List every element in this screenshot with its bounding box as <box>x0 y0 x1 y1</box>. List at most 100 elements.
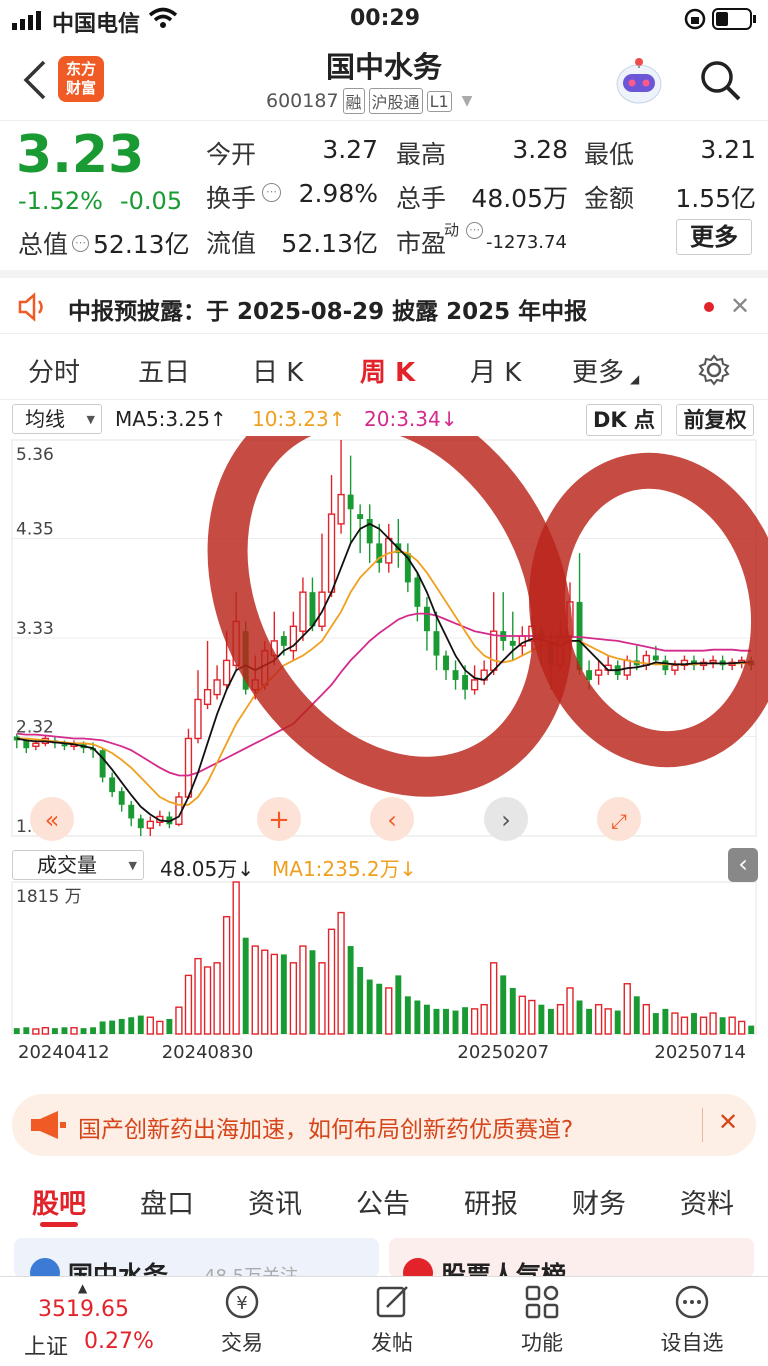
trade-button[interactable]: ¥ 交易 <box>200 1283 284 1363</box>
x-tick-label: 20250714 <box>654 1042 746 1063</box>
close-icon[interactable]: ✕ <box>718 1108 738 1136</box>
chevron-down-icon: ▼ <box>128 859 137 872</box>
total-value: 52.13亿 <box>93 230 190 259</box>
clock: 00:29 <box>350 6 421 31</box>
y-axis-labels: 5.364.353.332.321.30 <box>16 445 54 837</box>
volume-bar-up <box>146 1016 154 1035</box>
stock-forum-card[interactable]: 国中水务 48.5万关注 <box>14 1238 379 1278</box>
expand-up-icon[interactable]: ▲ <box>78 1281 87 1295</box>
scroll-right-button[interactable]: › <box>484 797 528 841</box>
tab-profile[interactable]: 资料 <box>680 1182 734 1221</box>
current-price: 3.23 <box>16 125 145 185</box>
close-icon[interactable]: ✕ <box>730 292 750 320</box>
candle-down <box>366 519 373 544</box>
tab-announcements[interactable]: 公告 <box>356 1182 410 1221</box>
forum-avatar <box>30 1258 60 1278</box>
tab-daily-k[interactable]: 日 K <box>252 352 303 389</box>
rotation-lock-icon <box>684 8 706 30</box>
search-icon[interactable] <box>698 58 744 104</box>
tab-weekly-k[interactable]: 周 K <box>360 352 415 389</box>
volume-bar-up <box>184 974 193 1035</box>
more-dropdown-icon: ◢ <box>630 372 640 386</box>
volume-bar-up <box>32 1028 40 1035</box>
tab-monthly-k[interactable]: 月 K <box>470 352 521 389</box>
scroll-left-fast-button[interactable]: « <box>30 797 74 841</box>
volume-bar-down <box>538 1004 545 1034</box>
tab-news[interactable]: 资讯 <box>248 1182 302 1221</box>
volume-bar-up <box>671 1012 679 1035</box>
volume-bar-down <box>395 975 402 1034</box>
battery-icon <box>712 8 756 30</box>
volume-bar-down <box>23 1027 30 1034</box>
functions-button[interactable]: 功能 <box>500 1283 584 1363</box>
adjust-button[interactable]: 前复权 <box>676 404 754 436</box>
more-button[interactable]: 更多 <box>676 219 752 255</box>
ma-select[interactable]: 均线 ▼ <box>12 404 102 434</box>
volume-bar-down <box>376 983 383 1034</box>
scroll-left-button[interactable]: ‹ <box>370 797 414 841</box>
volume-bar-up <box>175 1006 183 1035</box>
bottom-toolbar: ▲ 3519.65 上证 0.27% ¥ 交易 发帖 功能 设自选 <box>0 1276 768 1366</box>
volume-bar-up <box>556 1003 565 1035</box>
tab-intraday[interactable]: 分时 <box>28 352 80 389</box>
popularity-card[interactable]: 股票人气榜 <box>389 1238 754 1278</box>
dk-point-button[interactable]: DK 点 <box>586 404 662 436</box>
candle-down <box>509 640 516 646</box>
open-label: 今开 <box>206 140 257 169</box>
report-notice[interactable]: 中报预披露：于 2025-08-29 披露 2025 年中报 ✕ <box>0 270 768 334</box>
candle-up <box>709 659 717 664</box>
tab-forum[interactable]: 股吧 <box>32 1182 86 1221</box>
candle-up <box>222 659 231 686</box>
volume-bar-up <box>318 962 326 1035</box>
tab-finance[interactable]: 财务 <box>572 1182 626 1221</box>
quote-panel: 3.23 -1.52% -0.05 总值 ⋯ 52.13亿 今开 3.27 换手… <box>0 120 768 268</box>
candle-down <box>280 636 287 646</box>
candle-down <box>652 655 659 661</box>
low-value: 3.21 <box>700 135 756 164</box>
fullscreen-button[interactable]: ⤢ <box>597 797 641 841</box>
info-icon[interactable]: ⋯ <box>466 222 483 239</box>
tab-order-book[interactable]: 盘口 <box>140 1182 194 1221</box>
dropdown-icon[interactable]: ▼ <box>462 93 473 109</box>
indicator-select[interactable]: 成交量 ▼ <box>12 850 144 880</box>
tab-more[interactable]: 更多 <box>572 352 624 389</box>
volume-bar-down <box>366 979 373 1034</box>
info-icon[interactable]: ⋯ <box>72 234 90 252</box>
candle-down <box>118 791 125 805</box>
kline-chart[interactable]: 5.364.353.332.321.30 1815 万 202404122024… <box>0 436 768 1082</box>
zoom-in-button[interactable]: + <box>257 797 301 841</box>
post-button[interactable]: 发帖 <box>350 1283 434 1363</box>
volume-bar-up <box>251 945 259 1035</box>
candle-up <box>213 679 221 696</box>
ma-controls: 均线 ▼ MA5:3.25↑ 10:3.23↑ 20:3.34↓ DK 点 前复… <box>0 400 768 440</box>
tab-research[interactable]: 研报 <box>464 1182 518 1221</box>
collapse-panel-button[interactable]: ‹ <box>728 848 758 882</box>
volume-bar-up <box>728 1016 736 1035</box>
stock-code: 600187 <box>266 90 339 112</box>
pe-superscript: 动 <box>444 221 460 239</box>
volume-tick-label: 1815 万 <box>16 887 82 907</box>
volume-bar-down <box>748 1025 755 1034</box>
tab-five-day[interactable]: 五日 <box>138 352 190 389</box>
trade-icon: ¥ <box>225 1285 259 1319</box>
volume-bar-up <box>642 1003 650 1035</box>
promo-banner[interactable]: 国产创新药出海加速，如何布局创新药优质赛道? ✕ <box>12 1094 756 1156</box>
volume-bar-down <box>357 967 364 1034</box>
ma5-label: MA5:3.25↑ <box>115 407 227 431</box>
candle-down <box>23 740 30 749</box>
popularity-card-title: 股票人气榜 <box>441 1261 567 1278</box>
robot-assistant-icon[interactable] <box>612 54 666 106</box>
settings-icon[interactable] <box>698 354 730 386</box>
candle-up <box>194 698 202 740</box>
turnover-value: 2.98% <box>298 179 378 208</box>
volume-bar-up <box>480 1003 488 1035</box>
info-icon[interactable]: ⋯ <box>262 183 281 202</box>
active-tab-indicator <box>40 1222 78 1227</box>
ma20-label: 20:3.34↓ <box>364 407 458 431</box>
volume-bar-down <box>13 1028 20 1034</box>
volume-bar-up <box>70 1027 78 1035</box>
add-watchlist-button[interactable]: 设自选 <box>650 1283 734 1363</box>
volume-bar-down <box>128 1017 135 1034</box>
back-icon[interactable] <box>22 60 48 100</box>
svg-text:‹: ‹ <box>387 806 397 834</box>
